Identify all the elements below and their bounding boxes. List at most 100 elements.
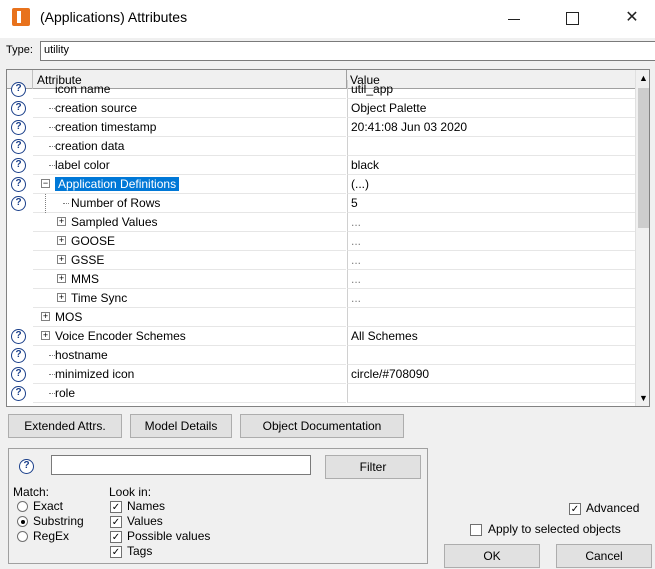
grid-row-goose[interactable]: + GOOSE ... xyxy=(7,232,635,251)
match-substring-radio[interactable] xyxy=(17,516,28,527)
attribute-name: icon name xyxy=(55,82,111,96)
expand-icon[interactable]: + xyxy=(41,312,50,321)
look-in-label: Look in: xyxy=(109,485,152,499)
expand-icon[interactable]: + xyxy=(57,217,66,226)
grid-row-voice-encoder-schemes[interactable]: ? + Voice Encoder Schemes All Schemes xyxy=(7,327,635,346)
attribute-value: Object Palette xyxy=(351,101,427,115)
attribute-value: 20:41:08 Jun 03 2020 xyxy=(351,120,468,134)
attribute-name: role xyxy=(55,386,76,400)
grid-row-mms[interactable]: + MMS ... xyxy=(7,270,635,289)
match-regex-radio[interactable] xyxy=(17,531,28,542)
expand-icon[interactable]: + xyxy=(41,331,50,340)
scroll-down-arrow-icon[interactable]: ▼ xyxy=(636,390,649,406)
look-in-possible-values-checkbox[interactable] xyxy=(110,531,122,543)
attribute-value: black xyxy=(351,158,380,172)
help-icon[interactable]: ? xyxy=(11,158,26,173)
help-icon[interactable]: ? xyxy=(11,348,26,363)
attribute-name: GSSE xyxy=(71,253,105,267)
grid-row-number-of-rows[interactable]: ? Number of Rows 5 xyxy=(7,194,635,213)
title-bar: (Applications) Attributes ✕ xyxy=(0,0,655,38)
filter-panel: ? Filter Match: Exact Substring RegEx Lo… xyxy=(8,448,428,564)
expand-icon[interactable]: + xyxy=(57,293,66,302)
close-button[interactable]: ✕ xyxy=(612,4,652,32)
help-icon[interactable]: ? xyxy=(11,120,26,135)
attribute-value: (...) xyxy=(351,177,369,191)
expand-icon[interactable]: + xyxy=(57,255,66,264)
look-in-tags-checkbox[interactable] xyxy=(110,546,122,558)
help-icon[interactable]: ? xyxy=(11,329,26,344)
grid-row-time-sync[interactable]: + Time Sync ... xyxy=(7,289,635,308)
grid-row-hostname[interactable]: ? hostname xyxy=(7,346,635,365)
attribute-name: Number of Rows xyxy=(71,196,161,210)
look-in-tags-label[interactable]: Tags xyxy=(127,544,152,558)
model-details-button[interactable]: Model Details xyxy=(130,414,232,438)
attribute-name: Time Sync xyxy=(71,291,128,305)
grid-row-label-color[interactable]: ? label color black xyxy=(7,156,635,175)
match-exact-label[interactable]: Exact xyxy=(33,499,63,513)
help-icon[interactable]: ? xyxy=(11,82,26,97)
attribute-name: MMS xyxy=(71,272,99,286)
grid-row-sampled-values[interactable]: + Sampled Values ... xyxy=(7,213,635,232)
filter-input[interactable] xyxy=(51,455,311,475)
grid-row-creation-data[interactable]: ? creation data xyxy=(7,137,635,156)
filter-button[interactable]: Filter xyxy=(325,455,421,479)
attribute-value: ... xyxy=(351,291,362,305)
ok-button[interactable]: OK xyxy=(444,544,540,568)
maximize-button[interactable] xyxy=(552,4,592,32)
attribute-value: ... xyxy=(351,234,362,248)
type-label: Type: xyxy=(6,44,33,56)
match-label: Match: xyxy=(13,485,50,499)
scroll-up-arrow-icon[interactable]: ▲ xyxy=(636,70,649,86)
attribute-value: ... xyxy=(351,215,362,229)
vertical-scrollbar[interactable]: ▲ ▼ xyxy=(635,70,649,406)
match-exact-radio[interactable] xyxy=(17,501,28,512)
expand-icon[interactable]: + xyxy=(57,274,66,283)
help-icon[interactable]: ? xyxy=(11,367,26,382)
help-icon[interactable]: ? xyxy=(11,196,26,211)
cancel-button[interactable]: Cancel xyxy=(556,544,652,568)
attribute-value: ... xyxy=(351,253,362,267)
collapse-icon[interactable]: − xyxy=(41,179,50,188)
attribute-name: Voice Encoder Schemes xyxy=(55,329,186,343)
look-in-values-checkbox[interactable] xyxy=(110,516,122,528)
help-icon[interactable]: ? xyxy=(11,101,26,116)
attribute-name: MOS xyxy=(55,310,83,324)
window-title: (Applications) Attributes xyxy=(40,9,188,25)
attribute-grid[interactable]: Attribute Value ? icon name util_app ? c… xyxy=(6,69,650,407)
grid-row-creation-timestamp[interactable]: ? creation timestamp 20:41:08 Jun 03 202… xyxy=(7,118,635,137)
attribute-name: creation source xyxy=(55,101,138,115)
attribute-name: minimized icon xyxy=(55,367,135,381)
extended-attrs-button[interactable]: Extended Attrs. xyxy=(8,414,122,438)
grid-row-creation-source[interactable]: ? creation source Object Palette xyxy=(7,99,635,118)
grid-row-gsse[interactable]: + GSSE ... xyxy=(7,251,635,270)
look-in-names-checkbox[interactable] xyxy=(110,501,122,513)
look-in-names-label[interactable]: Names xyxy=(127,499,165,513)
attribute-name: creation timestamp xyxy=(55,120,157,134)
help-icon[interactable]: ? xyxy=(11,386,26,401)
advanced-label[interactable]: Advanced xyxy=(586,501,639,515)
look-in-values-label[interactable]: Values xyxy=(127,514,163,528)
grid-row-role[interactable]: ? role xyxy=(7,384,635,403)
attribute-value: circle/#708090 xyxy=(351,367,430,381)
look-in-possible-values-label[interactable]: Possible values xyxy=(127,529,210,543)
help-icon[interactable]: ? xyxy=(19,459,34,474)
scroll-thumb[interactable] xyxy=(638,88,649,228)
attribute-name: GOOSE xyxy=(71,234,116,248)
apply-selected-label[interactable]: Apply to selected objects xyxy=(488,522,621,536)
help-icon[interactable]: ? xyxy=(11,139,26,154)
minimize-button[interactable] xyxy=(494,4,534,32)
attribute-name: hostname xyxy=(55,348,108,362)
grid-row-application-definitions[interactable]: ? − Application Definitions (...) xyxy=(7,175,635,194)
grid-row-icon-name[interactable]: ? icon name util_app xyxy=(7,80,635,99)
attribute-name: Sampled Values xyxy=(71,215,158,229)
help-icon[interactable]: ? xyxy=(11,177,26,192)
expand-icon[interactable]: + xyxy=(57,236,66,245)
object-documentation-button[interactable]: Object Documentation xyxy=(240,414,404,438)
advanced-checkbox[interactable] xyxy=(569,503,581,515)
grid-row-mos[interactable]: + MOS xyxy=(7,308,635,327)
match-regex-label[interactable]: RegEx xyxy=(33,529,69,543)
grid-row-minimized-icon[interactable]: ? minimized icon circle/#708090 xyxy=(7,365,635,384)
type-field[interactable]: utility xyxy=(40,41,655,61)
match-substring-label[interactable]: Substring xyxy=(33,514,84,528)
apply-selected-checkbox[interactable] xyxy=(470,524,482,536)
